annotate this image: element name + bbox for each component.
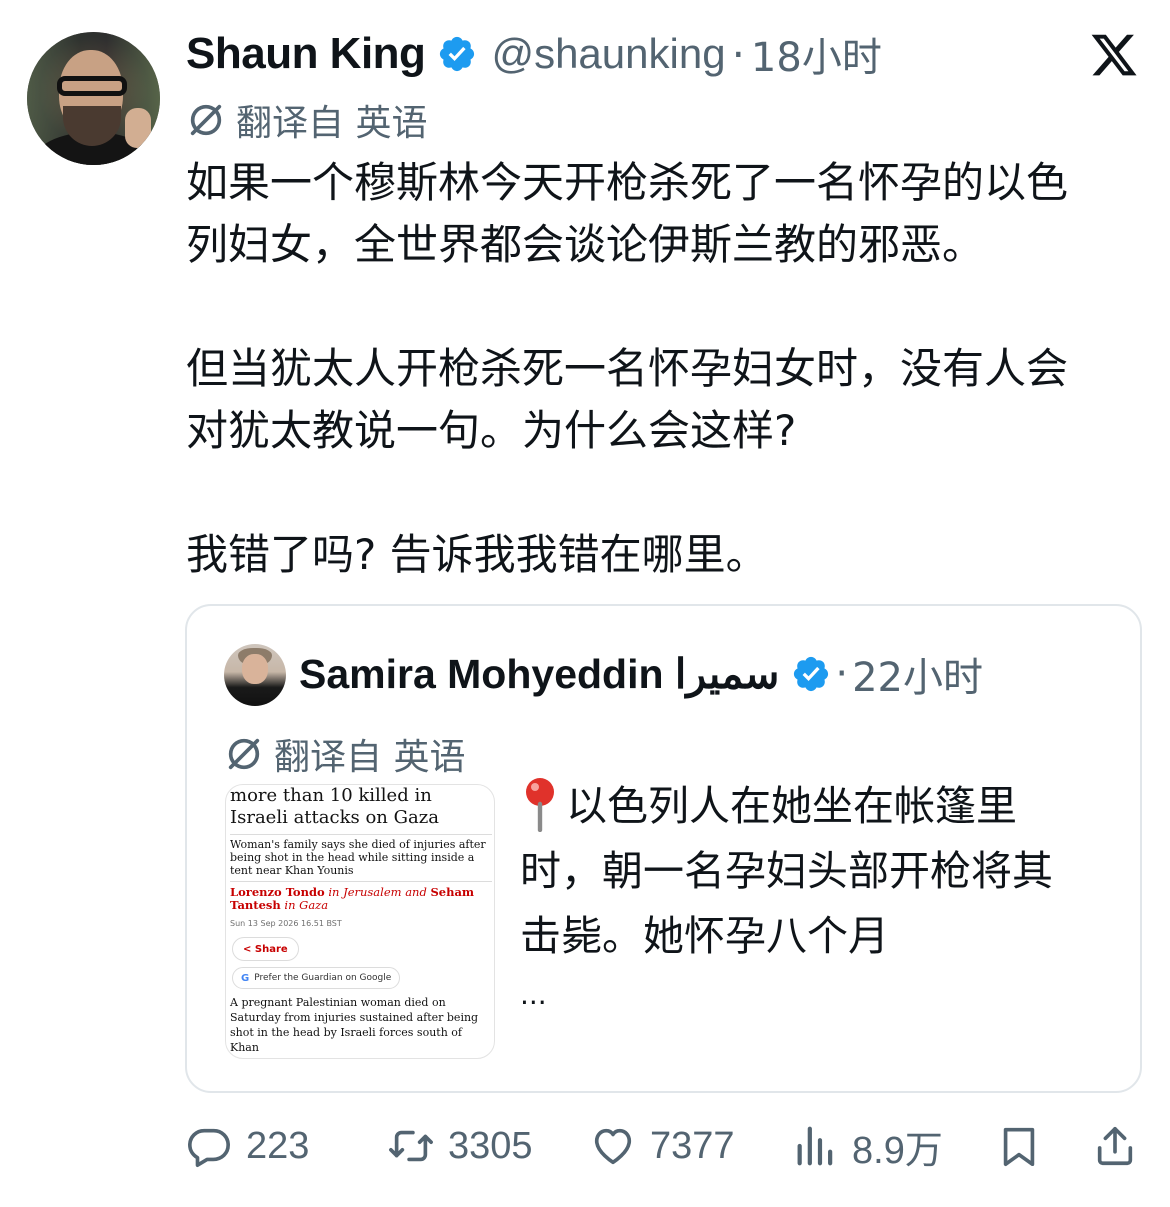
reply-count: 223 — [246, 1124, 310, 1167]
bookmark-icon — [1003, 1127, 1035, 1167]
article-share-button: < Share — [232, 937, 299, 961]
quoted-text-ellipsis: ... — [520, 978, 547, 1011]
post-header: Shaun King @shaunking · 18小时 — [186, 26, 882, 82]
repost-button[interactable]: 3305 — [388, 1116, 533, 1176]
like-button[interactable]: 7377 — [590, 1116, 735, 1176]
translate-notice[interactable]: 翻译自 英语 — [186, 94, 427, 146]
google-icon: G — [241, 972, 250, 984]
quoted-post-header: Samira Mohyeddin سميرا · 22小时 — [299, 646, 983, 702]
quoted-post-time[interactable]: 22小时 — [852, 645, 983, 703]
article-body: A pregnant Palestinian woman died on Sat… — [230, 996, 479, 1054]
post-time[interactable]: 18小时 — [751, 25, 882, 83]
quoted-translate-label: 翻译自 英语 — [274, 737, 466, 778]
article-divider — [230, 881, 492, 882]
article-screenshot-image[interactable]: more than 10 killed in Israeli attacks o… — [225, 784, 495, 1059]
quoted-post[interactable]: Samira Mohyeddin سميرا · 22小时 翻译自 英语 mor… — [185, 604, 1142, 1093]
views-count: 8.9万 — [852, 1129, 943, 1172]
author-handle[interactable]: @shaunking — [491, 30, 725, 78]
share-button[interactable] — [1092, 1116, 1138, 1176]
repost-count: 3305 — [448, 1124, 533, 1167]
bookmark-button[interactable] — [996, 1116, 1042, 1176]
quoted-translate-notice[interactable]: 翻译自 英语 — [224, 728, 465, 780]
like-count: 7377 — [650, 1124, 735, 1167]
repost-icon — [389, 1130, 433, 1162]
author-avatar[interactable] — [27, 32, 160, 165]
share-icon — [1097, 1126, 1133, 1166]
article-standfirst: Woman's family says she died of injuries… — [230, 838, 486, 877]
pushpin-icon — [526, 778, 554, 832]
translate-icon — [228, 738, 260, 770]
article-date: Sun 13 Sep 2026 16.51 BST — [230, 919, 342, 928]
x-logo-icon — [1091, 34, 1137, 76]
quoted-author-name[interactable]: Samira Mohyeddin سميرا — [299, 650, 779, 698]
author-name[interactable]: Shaun King — [186, 29, 426, 79]
translate-icon — [190, 104, 222, 136]
reply-button[interactable]: 223 — [186, 1116, 309, 1176]
views-chart-icon — [797, 1126, 833, 1166]
verified-badge-icon — [794, 656, 829, 692]
verified-badge-icon — [440, 36, 475, 72]
article-headline: more than 10 killed in Israeli attacks o… — [230, 785, 439, 828]
article-byline: Lorenzo Tondo in Jerusalem and Seham Tan… — [230, 885, 475, 912]
action-bar: 223 3305 7377 8.9万 — [0, 1116, 1170, 1176]
article-prefer-button: G Prefer the Guardian on Google — [232, 967, 401, 989]
article-divider — [230, 834, 492, 835]
header-separator: · — [731, 29, 745, 79]
views-button[interactable]: 8.9万 — [792, 1116, 943, 1176]
translate-label: 翻译自 英语 — [236, 103, 428, 144]
heart-icon — [594, 1128, 632, 1165]
quoted-author-avatar[interactable] — [224, 644, 286, 706]
quoted-separator: · — [835, 651, 849, 697]
quoted-post-text: 以色列人在她坐在帐篷里 时，朝一名孕妇头部开枪将其 击毙。她怀孕八个月 — [520, 774, 1120, 969]
reply-icon — [188, 1128, 230, 1167]
post-text: 如果一个穆斯林今天开枪杀死了一名怀孕的以色 列妇女，全世界都会谈论伊斯兰教的邪恶… — [186, 158, 1069, 579]
